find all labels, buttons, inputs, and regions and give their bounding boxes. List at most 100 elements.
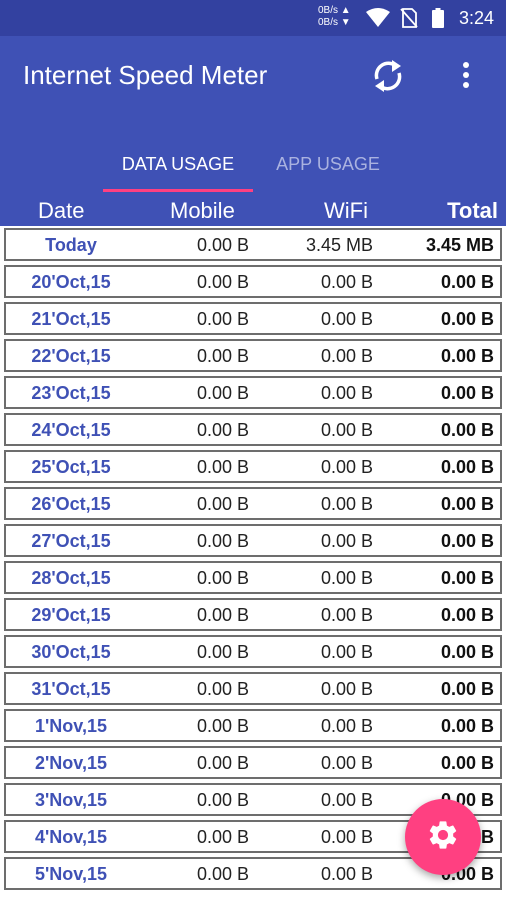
- table-row: Today 0.00 B 3.45 MB 3.45 MB: [4, 228, 502, 261]
- row-mobile: 0.00 B: [196, 679, 249, 699]
- battery-icon: [432, 8, 444, 33]
- refresh-button[interactable]: [368, 56, 408, 96]
- row-wifi: 0.00 B: [320, 531, 373, 551]
- upload-speed: 0B/s ▲: [318, 5, 351, 16]
- table-row: 23'Oct,15 0.00 B 0.00 B 0.00 B: [4, 376, 502, 409]
- row-date: 31'Oct,15: [31, 679, 111, 699]
- row-wifi: 0.00 B: [320, 309, 373, 329]
- row-wifi: 0.00 B: [320, 272, 373, 292]
- row-wifi: 0.00 B: [320, 679, 373, 699]
- row-date: 29'Oct,15: [31, 605, 111, 625]
- table-row: 27'Oct,15 0.00 B 0.00 B 0.00 B: [4, 524, 502, 557]
- row-total: 0.00 B: [440, 605, 494, 625]
- header-mobile: Mobile: [170, 198, 235, 223]
- row-wifi: 0.00 B: [320, 864, 373, 884]
- row-mobile: 0.00 B: [196, 494, 249, 514]
- table-row: 20'Oct,15 0.00 B 0.00 B 0.00 B: [4, 265, 502, 298]
- table-row: 30'Oct,15 0.00 B 0.00 B 0.00 B: [4, 635, 502, 668]
- table-row: 21'Oct,15 0.00 B 0.00 B 0.00 B: [4, 302, 502, 335]
- row-mobile: 0.00 B: [196, 457, 249, 477]
- row-mobile: 0.00 B: [196, 753, 249, 773]
- row-total: 0.00 B: [440, 309, 494, 329]
- row-mobile: 0.00 B: [196, 642, 249, 662]
- row-date: 21'Oct,15: [31, 309, 111, 329]
- header-total: Total: [447, 198, 498, 223]
- row-date: 3'Nov,15: [35, 790, 107, 810]
- row-total: 0.00 B: [440, 346, 494, 366]
- row-total: 0.00 B: [440, 642, 494, 662]
- row-total: 3.45 MB: [425, 235, 494, 255]
- row-mobile: 0.00 B: [196, 346, 249, 366]
- row-total: 0.00 B: [440, 568, 494, 588]
- row-date: 22'Oct,15: [31, 346, 111, 366]
- row-mobile: 0.00 B: [196, 568, 249, 588]
- row-date: 28'Oct,15: [31, 568, 111, 588]
- row-date: 4'Nov,15: [35, 827, 107, 847]
- row-mobile: 0.00 B: [196, 531, 249, 551]
- row-date: Today: [45, 235, 97, 255]
- row-total: 0.00 B: [440, 679, 494, 699]
- row-mobile: 0.00 B: [196, 790, 249, 810]
- table-row: 25'Oct,15 0.00 B 0.00 B 0.00 B: [4, 450, 502, 483]
- row-wifi: 3.45 MB: [305, 235, 373, 255]
- usage-table-header: Date Mobile WiFi Total: [0, 192, 506, 226]
- header-date: Date: [38, 198, 85, 223]
- row-total: 0.00 B: [440, 531, 494, 551]
- row-total: 0.00 B: [440, 716, 494, 736]
- more-vert-icon: [454, 62, 478, 100]
- row-mobile: 0.00 B: [196, 235, 249, 255]
- tab-data-usage[interactable]: DATA USAGE: [103, 136, 253, 192]
- status-bar: 0B/s ▲ 0B/s ▼ 3:24: [0, 0, 506, 36]
- table-row: 1'Nov,15 0.00 B 0.00 B 0.00 B: [4, 709, 502, 742]
- row-wifi: 0.00 B: [320, 642, 373, 662]
- row-date: 23'Oct,15: [31, 383, 111, 403]
- overflow-menu-button[interactable]: [454, 56, 478, 96]
- row-wifi: 0.00 B: [320, 346, 373, 366]
- row-wifi: 0.00 B: [320, 790, 373, 810]
- row-mobile: 0.00 B: [196, 864, 249, 884]
- row-total: 0.00 B: [440, 383, 494, 403]
- row-date: 20'Oct,15: [31, 272, 111, 292]
- row-date: 30'Oct,15: [31, 642, 111, 662]
- table-row: 2'Nov,15 0.00 B 0.00 B 0.00 B: [4, 746, 502, 779]
- row-date: 24'Oct,15: [31, 420, 111, 440]
- app-bar: Internet Speed Meter DATA USAGE APP USAG…: [0, 36, 506, 192]
- settings-fab-button[interactable]: [405, 799, 481, 875]
- row-mobile: 0.00 B: [196, 605, 249, 625]
- row-date: 25'Oct,15: [31, 457, 111, 477]
- table-row: 24'Oct,15 0.00 B 0.00 B 0.00 B: [4, 413, 502, 446]
- table-row: 31'Oct,15 0.00 B 0.00 B 0.00 B: [4, 672, 502, 705]
- refresh-icon: [368, 60, 408, 100]
- row-total: 0.00 B: [440, 272, 494, 292]
- row-wifi: 0.00 B: [320, 494, 373, 514]
- row-total: 0.00 B: [440, 420, 494, 440]
- row-date: 27'Oct,15: [31, 531, 111, 551]
- row-date: 2'Nov,15: [35, 753, 107, 773]
- row-wifi: 0.00 B: [320, 753, 373, 773]
- row-total: 0.00 B: [440, 753, 494, 773]
- row-mobile: 0.00 B: [196, 827, 249, 847]
- row-date: 1'Nov,15: [35, 716, 107, 736]
- row-mobile: 0.00 B: [196, 716, 249, 736]
- row-date: 5'Nov,15: [35, 864, 107, 884]
- row-wifi: 0.00 B: [320, 420, 373, 440]
- settings-icon: [426, 818, 460, 857]
- row-mobile: 0.00 B: [196, 420, 249, 440]
- table-row: 29'Oct,15 0.00 B 0.00 B 0.00 B: [4, 598, 502, 631]
- wifi-icon: [366, 8, 390, 33]
- row-wifi: 0.00 B: [320, 605, 373, 625]
- row-date: 26'Oct,15: [31, 494, 111, 514]
- download-speed: 0B/s ▼: [318, 17, 351, 28]
- row-wifi: 0.00 B: [320, 383, 373, 403]
- row-total: 0.00 B: [440, 457, 494, 477]
- tab-app-usage[interactable]: APP USAGE: [253, 136, 403, 192]
- no-sim-icon: [400, 8, 418, 33]
- table-row: 22'Oct,15 0.00 B 0.00 B 0.00 B: [4, 339, 502, 372]
- app-title: Internet Speed Meter: [23, 60, 268, 90]
- table-row: 28'Oct,15 0.00 B 0.00 B 0.00 B: [4, 561, 502, 594]
- row-wifi: 0.00 B: [320, 457, 373, 477]
- row-mobile: 0.00 B: [196, 272, 249, 292]
- row-wifi: 0.00 B: [320, 716, 373, 736]
- clock: 3:24: [458, 8, 494, 28]
- table-row: 26'Oct,15 0.00 B 0.00 B 0.00 B: [4, 487, 502, 520]
